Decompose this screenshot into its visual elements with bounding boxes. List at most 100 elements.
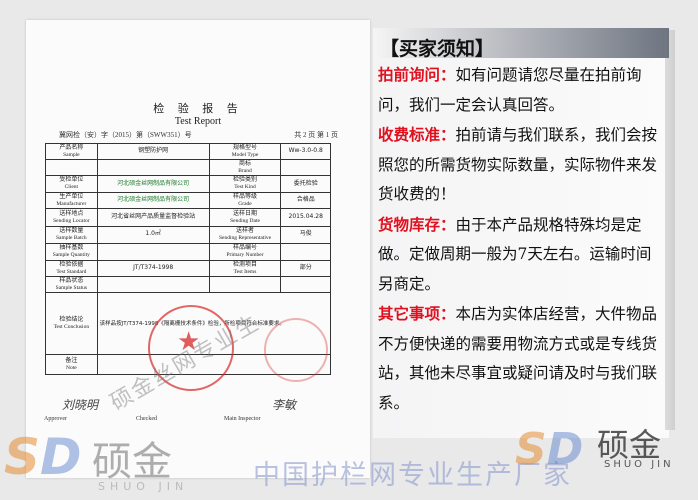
brand-name-en-left: SHUO JIN <box>98 480 189 493</box>
field-label: 产品名称 Sample <box>45 142 98 161</box>
notice-title-text: 买家须知 <box>399 38 476 60</box>
field-label-text: 样品等级 <box>233 192 258 200</box>
field-value: 河北硕金丝网制品有限公司 <box>96 191 210 209</box>
field-label-en: Sample Status <box>55 284 87 291</box>
field-label <box>45 159 98 177</box>
field-label-en: Sending Representative <box>218 235 272 242</box>
report-table-row: 产品名称 Sample 钢塑防护网 规格型号 Model Type Ww-3.0-0.8 <box>45 142 331 161</box>
field-label-text: 商标 <box>239 160 252 168</box>
report-table-row: 样品状态 Sample Status <box>45 276 331 294</box>
inspector-label: Main Inspector <box>224 416 261 422</box>
notice-title: 【买家须知】 <box>380 34 494 61</box>
approver-signature: 刘晓明 <box>62 398 99 412</box>
field-label: 受检单位 Client <box>45 175 98 193</box>
field-label-en: Model Type <box>231 151 259 158</box>
field-label-en: Test Standard <box>56 268 87 275</box>
field-value <box>96 276 210 294</box>
brand-name-en-right: SHUO JIN <box>604 459 674 470</box>
field-label-en: Brand <box>238 168 252 175</box>
field-value <box>96 242 210 261</box>
approver-label: Approver <box>44 416 67 422</box>
report-table-row: 送样数量 Sample Batch 1.0㎡ 送样者 Sending Represent… <box>45 225 331 244</box>
field-label: 送样地点 Sending Locator <box>45 207 98 227</box>
notice-body: 拍前询问：如有问题请您尽量在拍前询问，我们一定会认真回答。 收费标准：拍前请与我… <box>378 60 666 418</box>
sd-logo-icon-right: SD <box>515 424 584 475</box>
field-label-en: Sending Date <box>230 217 260 224</box>
sd-logo-icon-left: SD <box>4 428 82 486</box>
field-value <box>280 159 331 177</box>
field-label: 送样者 Sending Representative <box>208 225 282 244</box>
brand-name-cn-left: 硕金 <box>92 439 172 485</box>
field-value-text: 马俊 <box>299 230 312 238</box>
field-value-text: 1.0㎡ <box>145 230 161 238</box>
field-label-en: Primary Number <box>226 252 264 259</box>
field-value-text: 合格品 <box>296 195 315 203</box>
field-label: 样品等级 Grade <box>208 191 282 209</box>
field-label-text: 送样数量 <box>59 227 84 235</box>
field-label: 样品状态 Sample Status <box>45 276 98 294</box>
field-value-text: 河北硕金丝网制品有限公司 <box>117 179 190 187</box>
field-value-text: 河北硕金丝网制品有限公司 <box>117 195 190 203</box>
panel-shadow-edge <box>665 30 675 430</box>
report-table-row: 送样地点 Sending Locator 河北省丝网产品质量监督检验站 送样日期 Sen… <box>45 207 331 227</box>
field-value-text: Ww-3.0-0.8 <box>288 147 323 155</box>
field-label: 商标 Brand <box>208 159 282 177</box>
field-label-text: 检验依据 <box>59 260 84 268</box>
field-value: 钢塑防护网 <box>96 142 210 161</box>
field-label: 样品编号 Primary Number <box>208 242 282 261</box>
checker-label: Checked <box>136 416 157 422</box>
field-label: 检验类别 Test Kind <box>208 175 282 193</box>
field-label-text: 生产单位 <box>59 192 84 200</box>
field-value-text: 2015.04.28 <box>288 212 323 220</box>
field-label-en: Sample Batch <box>55 235 87 242</box>
field-label-en: Sample <box>63 151 80 158</box>
field-label-text: 检测项目 <box>233 260 258 268</box>
field-label-text: 抽样基数 <box>59 244 84 252</box>
field-label-en: Client <box>64 184 79 191</box>
remark-label-en: Note <box>65 365 77 371</box>
field-value: 河北硕金丝网制品有限公司 <box>96 175 210 193</box>
field-value <box>96 159 210 177</box>
field-value-text: 部分 <box>299 263 312 271</box>
field-label: 规格型号 Model Type <box>208 142 282 161</box>
field-label: 送样日期 Sending Date <box>208 207 282 227</box>
report-title-en: Test Report <box>174 116 222 127</box>
title-bracket-right: 】 <box>475 38 495 60</box>
field-value: Ww-3.0-0.8 <box>280 142 331 161</box>
field-value-text: 委托检验 <box>293 179 318 187</box>
field-value-text: 河北省丝网产品质量监督检验站 <box>111 212 196 220</box>
report-page-info: 共 2 页 第 1 页 <box>294 131 338 139</box>
title-bracket-left: 【 <box>380 38 400 60</box>
notice-item: 其它事项：本店为实体店经营，大件物品不方便快递的需要用物流方式或是专线货站，其他… <box>378 299 666 418</box>
conclusion-label: 检验结论 Test Conclusion <box>45 292 98 356</box>
field-value: 马俊 <box>280 225 331 244</box>
field-label: 抽样基数 Sample Quantity <box>45 242 98 261</box>
field-label-en: Test Kind <box>234 184 256 191</box>
notice-item: 拍前询问：如有问题请您尽量在拍前询问，我们一定会认真回答。 <box>378 60 666 120</box>
field-value: 部分 <box>280 259 331 278</box>
field-label-text: 受检单位 <box>59 176 84 184</box>
field-label: 生产单位 Manufacturer <box>45 191 98 209</box>
report-table-row: 商标 Brand <box>45 159 331 177</box>
field-value-text: JT/T374-1998 <box>133 263 174 271</box>
notice-item-key: 拍前询问： <box>378 65 456 84</box>
field-label-text: 送样者 <box>236 227 255 235</box>
field-value: 合格品 <box>280 191 331 209</box>
field-value: 1.0㎡ <box>96 225 210 244</box>
field-label: 送样数量 Sample Batch <box>45 225 98 244</box>
report-table-row: 受检单位 Client 河北硕金丝网制品有限公司 检验类别 Test Kind 委托检验 <box>45 175 331 193</box>
field-value: JT/T374-1998 <box>96 259 210 278</box>
field-label-text: 样品状态 <box>59 277 84 285</box>
notice-item-key: 货物库存： <box>378 214 456 234</box>
notice-item: 收费标准：拍前请与我们联系，我们会按照您的所需货物实际数量，实际物件来发货收费的… <box>378 120 666 210</box>
secondary-seal-stamp <box>264 318 328 382</box>
notice-item-key: 收费标准： <box>378 125 456 144</box>
remark-label-cn: 备注 <box>65 357 78 365</box>
remark-label: 备注 Note <box>45 354 98 376</box>
report-table-row: 抽样基数 Sample Quantity 样品编号 Primary Number <box>45 242 331 261</box>
field-label-en: Test Items <box>233 268 257 275</box>
field-value: 委托检验 <box>280 175 331 193</box>
field-label-text: 规格型号 <box>233 144 258 151</box>
field-label-text: 送样日期 <box>233 209 258 217</box>
notice-item-key: 其它事项： <box>378 304 456 323</box>
